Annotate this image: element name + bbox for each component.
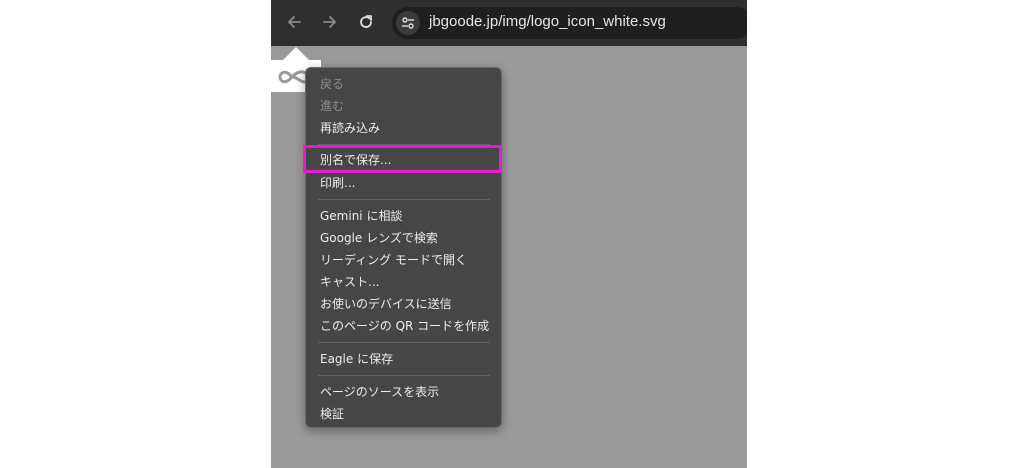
menu-item-print[interactable]: 印刷...: [320, 174, 355, 192]
reload-button[interactable]: [353, 9, 379, 35]
forward-button[interactable]: [317, 9, 343, 35]
reload-icon: [360, 15, 372, 28]
back-button[interactable]: [281, 9, 307, 35]
menu-item-cast[interactable]: キャスト...: [320, 273, 379, 291]
menu-item-reading-mode[interactable]: リーディング モードで開く: [320, 251, 467, 269]
menu-separator: [318, 199, 490, 200]
menu-item-back[interactable]: 戻る: [320, 75, 344, 93]
site-info-button[interactable]: [396, 11, 420, 35]
save-as-highlight-box: [303, 145, 502, 173]
menu-item-reload[interactable]: 再読み込み: [320, 119, 380, 137]
menu-item-view-source[interactable]: ページのソースを表示: [320, 383, 439, 401]
menu-item-qr-code[interactable]: このページの QR コードを作成: [320, 317, 489, 335]
url-text[interactable]: jbgoode.jp/img/logo_icon_white.svg: [429, 13, 666, 30]
arrow-right-icon: [323, 16, 336, 28]
arrow-left-icon: [288, 16, 301, 28]
menu-separator: [318, 342, 490, 343]
menu-item-google-lens[interactable]: Google レンズで検索: [320, 229, 438, 247]
context-menu: 戻る 進む 再読み込み 別名で保存... 印刷... Gemini に相談 Go…: [305, 67, 502, 428]
menu-separator: [318, 375, 490, 376]
menu-item-send-to-devices[interactable]: お使いのデバイスに送信: [320, 295, 452, 313]
address-bar[interactable]: jbgoode.jp/img/logo_icon_white.svg: [392, 7, 747, 39]
browser-window: jbgoode.jp/img/logo_icon_white.svg 戻る 進む…: [271, 0, 747, 468]
browser-toolbar: jbgoode.jp/img/logo_icon_white.svg: [271, 0, 747, 46]
tune-icon: [402, 17, 414, 29]
menu-item-gemini[interactable]: Gemini に相談: [320, 207, 402, 225]
menu-item-inspect[interactable]: 検証: [320, 405, 344, 423]
menu-item-eagle[interactable]: Eagle に保存: [320, 350, 393, 368]
menu-item-forward[interactable]: 進む: [320, 97, 344, 115]
